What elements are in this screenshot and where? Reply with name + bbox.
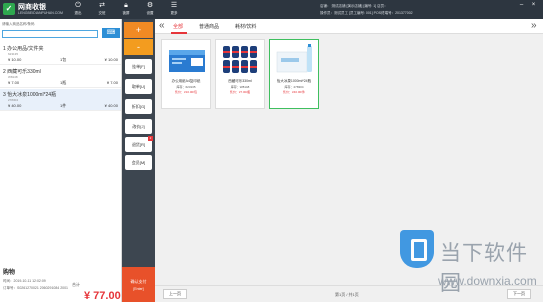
total-label: 合计 <box>72 282 80 287</box>
category-tabbar: « 全部 普通商品 耗材/饮料 » <box>155 19 543 34</box>
tool-settings[interactable]: ⚙ 设置 <box>138 2 162 16</box>
hold-order-button[interactable]: 挂单[F] <box>125 59 152 74</box>
power-icon: ⏻ <box>75 2 81 9</box>
page-info: 第1页 / 共1页 <box>335 292 359 297</box>
watermark-url: www.downxia.com <box>438 274 537 288</box>
decrease-qty-button[interactable]: - <box>124 39 153 55</box>
product-name: 怡大冰泉1000ml*24瓶 <box>276 79 312 83</box>
paper-box-image <box>169 50 205 72</box>
water-box-image <box>276 44 312 73</box>
tool-label: 更多 <box>170 11 178 15</box>
tool-logout[interactable]: ⏻ 退出 <box>66 2 90 16</box>
tab-all[interactable]: 全部 <box>173 23 183 30</box>
pay-shortcut: [Enter] <box>133 287 144 291</box>
cart-item[interactable]: 1 办公用品/文件夹 623135 ¥ 10.00 1包 ¥ 10.00 <box>0 43 121 65</box>
search-row: 请输入商品名称/条码 ⌨ <box>2 22 120 38</box>
tool-label: 设置 <box>146 11 154 15</box>
more-icon: ☰ <box>170 2 178 9</box>
watermark-shield-icon <box>400 230 434 268</box>
cart-item-subtotal: ¥ 10.00 <box>104 57 118 62</box>
cart-item-price: ¥ 40.00 <box>8 103 22 108</box>
cart-item-name: 1 办公用品/文件夹 <box>3 46 44 52</box>
watermark-text: 当下软件园 <box>440 241 528 295</box>
site-watermark: 当下软件园 www.downxia.com <box>400 230 540 295</box>
cart-item[interactable]: 2 西藏可乐330ml W8148 ¥ 7.00 1瓶 ¥ 7.00 <box>0 66 121 88</box>
order-number: 订单号：S0261270021 2060291084 2001 <box>3 286 68 290</box>
search-input[interactable] <box>2 30 98 38</box>
cart-item-name: 2 西藏可乐330ml <box>3 69 41 75</box>
minimize-icon[interactable]: – <box>518 2 525 9</box>
tab-normal-goods[interactable]: 普通商品 <box>199 23 219 30</box>
cart-item-code: 278304 <box>8 98 19 102</box>
cart-item-subtotal: ¥ 7.00 <box>106 80 118 85</box>
product-name: 西藏可乐330ml <box>228 79 252 83</box>
cart-item-selected[interactable]: 3 怡大冰泉1000ml*24瓶 278304 ¥ 40.00 1件 ¥ 40.… <box>0 89 121 111</box>
product-price: 售价：¥40.00/件 <box>282 90 305 94</box>
product-stock: 库存：W8148 <box>230 85 250 89</box>
tool-label: 退出 <box>74 11 82 15</box>
prev-page-button[interactable]: 上一页 <box>163 289 187 299</box>
cart-item-code: W8148 <box>8 75 18 79</box>
product-name: 办公用纸A4复印纸 <box>171 79 201 83</box>
cola-bottles-image <box>223 46 257 73</box>
title-bar: ✓ 网商收银 LENGBEIDIANPUHAN.COM ⏻ 退出 ⇄ 交班 🔒︎… <box>0 0 543 19</box>
lock-icon: 🔒︎ <box>124 2 128 9</box>
product-card[interactable]: 西藏可乐330ml 库存：W8148 售价：¥7.00/瓶 <box>215 39 265 109</box>
tool-label: 交班 <box>98 11 106 15</box>
pay-label: 确认支付 <box>130 279 147 284</box>
active-tab-indicator <box>171 32 187 34</box>
close-icon[interactable]: × <box>530 2 537 9</box>
order-total: ¥ 77.00 <box>84 290 121 302</box>
cart-item-subtotal: ¥ 40.00 <box>104 103 118 108</box>
product-card-selected[interactable]: 怡大冰泉1000ml*24瓶 库存：278304 售价：¥40.00/件 <box>269 39 319 109</box>
operator-status: 操作员：测试员工 [员工编号: 001] POS终端号：201377002 <box>320 11 413 15</box>
confirm-pay-button[interactable]: 确认支付 [Enter] <box>122 267 155 302</box>
cart-item-qty: 1瓶 <box>60 80 67 85</box>
keyboard-button[interactable]: ⌨ <box>102 28 120 38</box>
cart-panel: 请输入商品名称/条码 ⌨ 1 办公用品/文件夹 623135 ¥ 10.00 1… <box>0 19 122 302</box>
tab-consumables[interactable]: 耗材/饮料 <box>235 23 256 30</box>
cart-item-code: 623135 <box>8 52 19 56</box>
cart-item-qty: 1包 <box>60 57 67 62</box>
product-stock: 库存：278304 <box>284 85 304 89</box>
member-button[interactable]: 会员[M] <box>125 155 152 170</box>
swap-icon: ⇄ <box>99 2 105 9</box>
app-logo-icon: ✓ <box>3 3 15 15</box>
product-price: 售价：¥10.00/包 <box>174 90 197 94</box>
return-button[interactable]: 退货[R] 2 <box>125 136 153 152</box>
order-time: 时间：2019-10-11 12:02:09 <box>3 279 46 283</box>
retrieve-order-button[interactable]: 取单[U] <box>125 79 152 94</box>
product-price: 售价：¥7.00/瓶 <box>229 90 251 94</box>
next-category-icon[interactable]: » <box>531 20 537 32</box>
cart-title: 购物 <box>3 270 16 276</box>
product-stock: 库存：623135 <box>176 85 196 89</box>
prev-category-icon[interactable]: « <box>159 20 165 32</box>
store-status: 店铺： 测试店铺 [演示店铺] [编号: 1] 店员： <box>320 4 388 8</box>
return-button-label: 退货[R] <box>131 142 146 147</box>
search-label: 请输入商品名称/条码 <box>2 22 35 26</box>
return-count-badge: 2 <box>148 136 153 141</box>
gear-icon: ⚙ <box>146 2 154 9</box>
cart-item-price: ¥ 7.00 <box>8 80 20 85</box>
cart-item-price: ¥ 10.00 <box>8 57 22 62</box>
product-card[interactable]: 办公用纸A4复印纸 库存：623135 售价：¥10.00/包 <box>161 39 211 109</box>
discount-button[interactable]: 折扣[G] <box>125 99 152 114</box>
action-column: + - 挂单[F] 取单[U] 折扣[G] 改价[J] 退货[R] 2 会员[M… <box>122 19 155 302</box>
tool-shift[interactable]: ⇄ 交班 <box>90 2 114 16</box>
tool-label: 锁屏 <box>122 11 130 15</box>
cart-item-name: 3 怡大冰泉1000ml*24瓶 <box>3 92 57 98</box>
cart-item-qty: 1件 <box>60 103 67 108</box>
change-price-button[interactable]: 改价[J] <box>125 119 152 134</box>
tool-more[interactable]: ☰ 更多 <box>162 2 186 16</box>
increase-qty-button[interactable]: + <box>124 22 153 38</box>
app-url: LENGBEIDIANPUHAN.COM <box>18 11 63 15</box>
tool-lock[interactable]: 🔒︎ 锁屏 <box>114 2 138 16</box>
